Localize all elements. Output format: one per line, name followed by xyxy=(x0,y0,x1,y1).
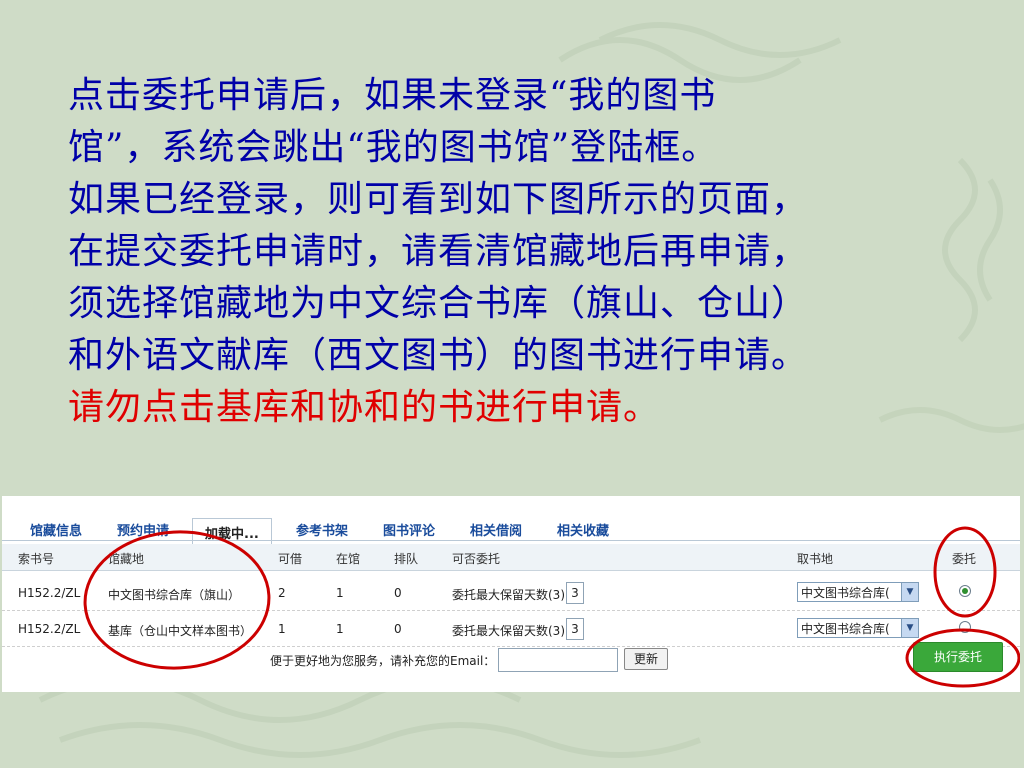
days-input[interactable]: 3 xyxy=(566,582,584,604)
table-row: H152.2/ZL 中文图书综合库（旗山） 2 1 0 委托最大保留天数(3) … xyxy=(2,576,1020,611)
tab-book-reviews[interactable]: 图书评论 xyxy=(383,520,435,539)
instruction-line: 须选择馆藏地为中文综合书库（旗山、仓山） xyxy=(68,283,809,324)
queue-count: 0 xyxy=(394,622,402,636)
chevron-down-icon[interactable]: ▼ xyxy=(901,583,918,601)
col-entrust-allowed: 可否委托 xyxy=(452,552,501,566)
available-count: 2 xyxy=(278,586,286,600)
holding-location: 中文图书综合库（旗山） xyxy=(108,588,241,602)
col-in-library: 在馆 xyxy=(336,552,361,566)
col-call-number: 索书号 xyxy=(18,552,55,566)
tab-reservation[interactable]: 预约申请 xyxy=(117,520,169,539)
pickup-select[interactable]: 中文图书综合库( ▼ xyxy=(797,618,919,638)
entrust-radio[interactable] xyxy=(959,585,971,597)
col-location: 馆藏地 xyxy=(108,552,145,566)
email-input[interactable] xyxy=(498,648,618,672)
instruction-line: 点击委托申请后，如果未登录“我的图书 xyxy=(68,75,717,116)
in-library-count: 1 xyxy=(336,622,344,636)
days-input[interactable]: 3 xyxy=(566,618,584,640)
col-pickup-location: 取书地 xyxy=(797,552,834,566)
available-count: 1 xyxy=(278,622,286,636)
table-row: H152.2/ZL 基库（仓山中文样本图书） 1 1 0 委托最大保留天数(3)… xyxy=(2,612,1020,647)
call-number: H152.2/ZL xyxy=(18,622,81,636)
tab-related-loans[interactable]: 相关借阅 xyxy=(470,520,522,539)
call-number: H152.2/ZL xyxy=(18,586,81,600)
col-entrust: 委托 xyxy=(952,552,977,566)
refresh-button[interactable]: 更新 xyxy=(624,648,668,670)
tab-reference-shelf[interactable]: 参考书架 xyxy=(296,520,348,539)
in-library-count: 1 xyxy=(336,586,344,600)
email-prompt: 便于更好地为您服务，请补充您的Email： xyxy=(270,654,496,668)
instruction-line: 和外语文献库（西文图书）的图书进行申请。 xyxy=(68,335,809,376)
col-queue: 排队 xyxy=(394,552,419,566)
instruction-line: 如果已经登录，则可看到如下图所示的页面， xyxy=(68,179,809,220)
table-header: 索书号 馆藏地 可借 在馆 排队 可否委托 取书地 委托 xyxy=(2,544,1020,571)
entrust-note: 委托最大保留天数(3) xyxy=(452,588,565,602)
entrust-note: 委托最大保留天数(3) xyxy=(452,624,565,638)
chevron-down-icon[interactable]: ▼ xyxy=(901,619,918,637)
instruction-line: 在提交委托申请时，请看清馆藏地后再申请， xyxy=(68,231,809,272)
col-available: 可借 xyxy=(278,552,303,566)
tab-holdings[interactable]: 馆藏信息 xyxy=(30,520,82,539)
pickup-select-value: 中文图书综合库( xyxy=(801,622,890,636)
holding-location: 基库（仓山中文样本图书） xyxy=(108,624,253,638)
library-screenshot: 馆藏信息 预约申请 加载中... 参考书架 图书评论 相关借阅 相关收藏 索书号… xyxy=(2,496,1020,692)
tab-divider xyxy=(2,540,1020,541)
entrust-radio[interactable] xyxy=(959,621,971,633)
warning-line: 请勿点击基库和协和的书进行申请。 xyxy=(68,387,661,428)
execute-entrust-button[interactable]: 执行委托 xyxy=(913,642,1003,672)
queue-count: 0 xyxy=(394,586,402,600)
pickup-select[interactable]: 中文图书综合库( ▼ xyxy=(797,582,919,602)
pickup-select-value: 中文图书综合库( xyxy=(801,586,890,600)
instruction-line: 馆”，系统会跳出“我的图书馆”登陆框。 xyxy=(68,127,719,168)
instruction-text: 点击委托申请后，如果未登录“我的图书 馆”，系统会跳出“我的图书馆”登陆框。 如… xyxy=(68,70,968,434)
tab-related-favorites[interactable]: 相关收藏 xyxy=(557,520,609,539)
